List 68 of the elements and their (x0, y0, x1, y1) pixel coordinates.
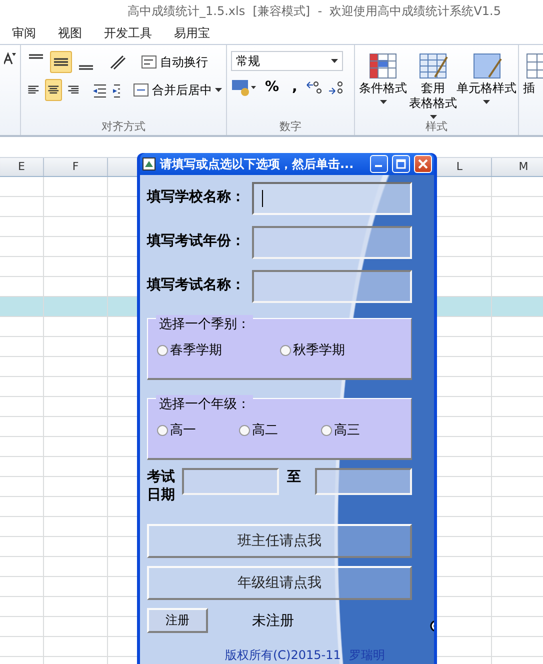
input-field[interactable] (252, 270, 412, 303)
cell-format-icon (470, 51, 502, 81)
field-label: 考试日期 (147, 468, 175, 504)
field-label: 至 (287, 468, 301, 486)
radio-icon[interactable] (280, 344, 291, 356)
caret-icon (380, 100, 386, 104)
field-label: 填写考试名称： (147, 276, 246, 294)
input-field[interactable] (252, 226, 412, 259)
close-icon (418, 159, 428, 169)
dialog-title: 请填写或点选以下选项，然后单击... (160, 156, 355, 172)
table-format-icon (417, 51, 449, 81)
percent-button[interactable]: % (260, 79, 284, 95)
comma-button[interactable]: , (287, 79, 302, 95)
radio-option[interactable]: 秋季学期 (280, 341, 403, 359)
copyright-text: 版权所有(C)2015-11 (225, 647, 341, 664)
group-label: 样式 (424, 119, 448, 135)
style-button[interactable]: 条件格式 (359, 51, 407, 104)
field-label: 填写考试年份： (147, 232, 246, 250)
register-button[interactable]: 注册 (147, 608, 208, 633)
align-middle-icon[interactable] (50, 51, 72, 73)
date-field[interactable] (315, 468, 412, 495)
group-legend: 选择一个季别： (156, 315, 253, 333)
maximize-icon (396, 159, 406, 169)
caret-icon (214, 88, 222, 92)
wrap-text-button[interactable]: 自动换行 (141, 54, 208, 70)
window-title: 高中成绩统计_1.5.xls [兼容模式] - 欢迎使用高中成绩统计系统V1.5 (126, 3, 502, 20)
group-label: 对齐方式 (100, 119, 146, 135)
action-button[interactable]: 年级组请点我 (147, 566, 412, 600)
merge-cells-icon (132, 83, 149, 97)
radio-icon[interactable] (321, 424, 332, 436)
style-button[interactable]: 单元格样式 (459, 51, 514, 104)
date-field[interactable] (182, 468, 279, 495)
menu-tab[interactable]: 易用宝 (174, 24, 210, 42)
status-text: 未注册 (252, 612, 294, 630)
menu-tab[interactable]: 审阅 (12, 24, 36, 42)
caret-icon (331, 59, 338, 63)
app-icon (142, 157, 156, 171)
radio-option[interactable]: 高三 (321, 421, 403, 439)
caret-icon (483, 100, 490, 104)
currency-icon[interactable] (231, 77, 257, 97)
merge-center-button[interactable]: 合并后居中 (132, 82, 222, 98)
number-format-dropdown[interactable]: 常规 (231, 51, 343, 71)
maximize-button[interactable] (392, 155, 410, 173)
radio-icon[interactable] (157, 424, 168, 436)
close-button[interactable] (414, 155, 432, 173)
font-size-icon[interactable] (4, 51, 16, 65)
group-legend: 选择一个年级： (156, 395, 253, 413)
input-field[interactable] (252, 182, 412, 215)
radio-option[interactable]: 春季学期 (157, 341, 280, 359)
conditional-format-icon (367, 51, 399, 81)
wrap-text-icon (141, 55, 157, 69)
minimize-button[interactable] (370, 155, 388, 173)
menu-tab[interactable]: 视图 (58, 24, 82, 42)
group-label: 数字 (278, 119, 302, 135)
style-button[interactable]: 套用 表格格式 (409, 51, 457, 119)
radio-option[interactable]: 高二 (239, 421, 321, 439)
action-button[interactable]: 班主任请点我 (147, 524, 412, 558)
align-center-icon[interactable] (44, 79, 62, 101)
column-header[interactable]: M (492, 158, 543, 176)
radio-icon[interactable] (239, 424, 250, 436)
field-label: 填写学校名称： (147, 188, 246, 206)
column-header[interactable]: E (0, 158, 44, 176)
insert-button[interactable]: 插 (523, 51, 543, 96)
menu-tab[interactable]: 开发工具 (104, 24, 152, 42)
radio-icon[interactable] (157, 344, 168, 356)
caret-icon (430, 115, 436, 119)
radio-option[interactable]: 高一 (157, 421, 239, 439)
column-header[interactable]: F (44, 158, 108, 176)
